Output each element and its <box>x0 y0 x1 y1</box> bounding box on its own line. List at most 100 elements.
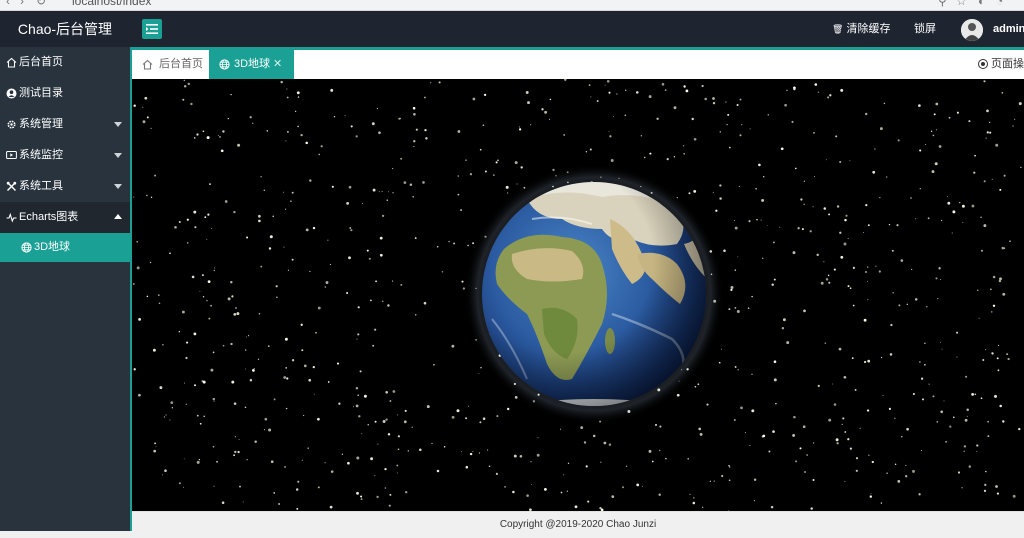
star <box>358 415 361 418</box>
star <box>585 465 588 468</box>
tab-3d-globe[interactable]: 3D地球 ✕ <box>209 50 294 79</box>
sidebar-item-system-tools[interactable]: 系统工具 <box>0 171 130 202</box>
sidebar-item-home[interactable]: 后台首页 <box>0 47 130 78</box>
star <box>712 97 715 100</box>
star <box>803 470 807 474</box>
back-icon[interactable]: ‹ <box>6 0 10 8</box>
star <box>269 235 273 239</box>
star <box>300 133 303 137</box>
star <box>948 116 951 119</box>
star <box>563 474 565 476</box>
star <box>414 237 417 240</box>
star <box>999 188 1002 191</box>
star <box>193 210 197 214</box>
star <box>171 407 173 409</box>
star <box>258 214 261 218</box>
star <box>952 210 956 214</box>
sidebar-toggle-button[interactable] <box>142 19 162 39</box>
avatar[interactable] <box>961 19 983 41</box>
star <box>924 342 926 344</box>
star <box>397 414 399 416</box>
star <box>982 359 985 361</box>
star <box>992 304 996 307</box>
star <box>729 466 731 468</box>
sidebar-item-label: Echarts图表 <box>19 211 79 223</box>
sidebar-item-system-manage[interactable]: 系统管理 <box>0 109 130 140</box>
star <box>940 410 944 414</box>
star <box>478 452 481 454</box>
star <box>242 501 244 503</box>
sidebar-item-test-dir[interactable]: 测试目录 <box>0 78 130 109</box>
star <box>163 416 165 418</box>
star <box>346 201 350 205</box>
globe-canvas[interactable] <box>132 79 1024 511</box>
extension-icon[interactable]: ◔ <box>996 0 1003 8</box>
close-icon[interactable]: ✕ <box>273 50 282 79</box>
search-icon[interactable]: ⚲ <box>938 0 947 8</box>
star <box>504 486 506 488</box>
extension-icon[interactable]: ◐ <box>978 0 985 8</box>
star <box>324 462 326 464</box>
star <box>939 341 941 343</box>
star <box>246 336 248 338</box>
browser-url[interactable]: localhost/index <box>72 0 151 8</box>
star <box>896 224 899 227</box>
star <box>880 502 883 504</box>
star <box>467 244 469 247</box>
tab-home[interactable]: 后台首页 <box>132 50 209 79</box>
clear-cache-button[interactable]: 🗑 清除缓存 <box>832 11 891 47</box>
star <box>344 114 346 116</box>
star <box>317 417 320 421</box>
star <box>400 158 402 160</box>
star <box>174 225 177 229</box>
star <box>793 415 796 419</box>
3d-globe-chart[interactable] <box>132 79 1024 511</box>
star <box>237 450 240 454</box>
reload-icon[interactable]: ↻ <box>36 0 46 8</box>
star <box>760 219 762 221</box>
star <box>855 457 859 460</box>
star <box>727 113 730 116</box>
forward-icon[interactable]: › <box>20 0 24 8</box>
star <box>888 223 891 226</box>
page-operations-menu[interactable]: 页面操作 <box>978 50 1024 79</box>
star <box>751 295 753 298</box>
star <box>1002 292 1006 296</box>
star <box>457 130 461 133</box>
sidebar-item-system-monitor[interactable]: 系统监控 <box>0 140 130 171</box>
star <box>138 318 141 321</box>
star <box>935 129 938 131</box>
star <box>283 376 287 379</box>
star <box>693 137 697 141</box>
lock-screen-button[interactable]: 锁屏 <box>914 11 936 47</box>
star <box>844 218 847 222</box>
star <box>753 500 755 502</box>
star <box>382 420 386 423</box>
star <box>158 302 161 305</box>
sidebar-subitem-3d-globe[interactable]: 3D地球 <box>0 233 130 262</box>
star <box>643 156 646 159</box>
star <box>520 166 523 169</box>
star <box>995 143 999 147</box>
star <box>403 420 407 424</box>
star <box>721 348 722 350</box>
star <box>526 494 529 497</box>
username-menu[interactable]: admin <box>993 11 1024 47</box>
star <box>849 160 851 162</box>
star <box>530 124 532 126</box>
star <box>869 495 873 498</box>
star <box>384 467 387 471</box>
app-logo[interactable]: Chao-后台管理 <box>0 11 145 47</box>
star <box>219 136 221 138</box>
sidebar-item-echarts[interactable]: Echarts图表 <box>0 202 130 233</box>
bookmark-icon[interactable]: ☆ <box>956 0 967 8</box>
star <box>381 214 385 218</box>
star <box>275 285 278 288</box>
star <box>894 417 896 419</box>
star <box>606 79 610 83</box>
star <box>845 214 848 217</box>
star <box>235 307 237 309</box>
star <box>527 101 530 105</box>
star <box>210 304 212 307</box>
star <box>682 145 685 147</box>
